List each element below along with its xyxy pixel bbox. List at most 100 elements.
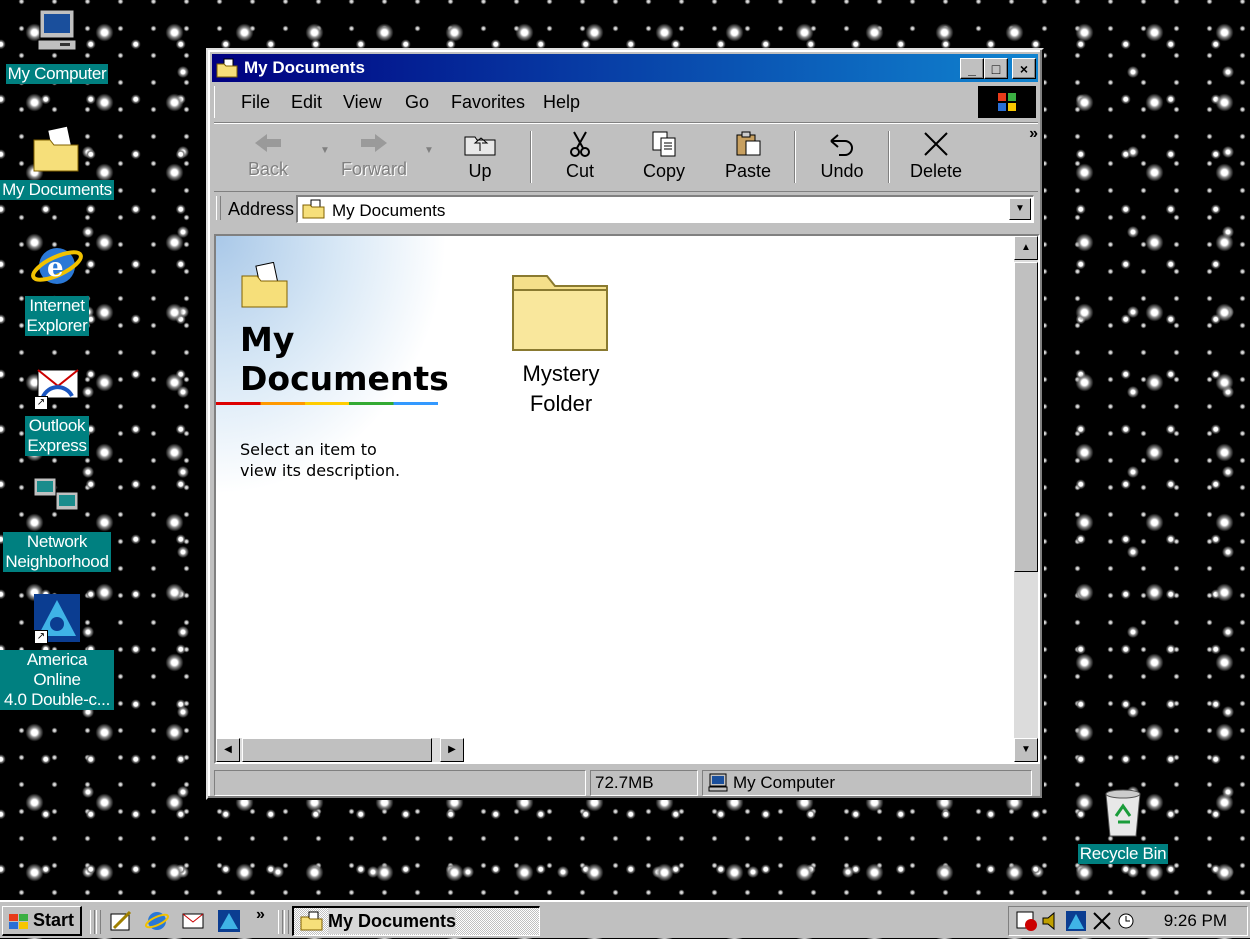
shortcut-arrow-icon: ↗ xyxy=(34,396,48,410)
scheduler-icon[interactable] xyxy=(1015,910,1039,937)
delete-button[interactable]: Delete xyxy=(896,131,976,182)
clock[interactable]: 9:26 PM xyxy=(1164,911,1227,931)
menu-edit[interactable]: Edit xyxy=(291,92,322,113)
paste-icon xyxy=(736,131,761,156)
start-label: Start xyxy=(33,910,75,930)
taskbar-grip[interactable] xyxy=(90,910,95,934)
my-computer-icon xyxy=(707,773,729,800)
undo-button[interactable]: Undo xyxy=(802,131,882,182)
scroll-thumb[interactable] xyxy=(1014,262,1038,572)
desktop-icon-outlook-express[interactable]: ↗ Outlook Express xyxy=(0,358,114,456)
desktop-icon-label: My Documents xyxy=(0,180,114,200)
copy-icon xyxy=(652,131,676,157)
scroll-left-button[interactable]: ◀ xyxy=(216,738,240,762)
volume-icon[interactable] xyxy=(1041,910,1061,937)
outlook-express-icon[interactable] xyxy=(180,908,206,934)
my-documents-icon xyxy=(30,122,84,176)
taskbar-grip[interactable] xyxy=(284,910,289,934)
task-button-my-documents[interactable]: My Documents xyxy=(292,906,540,936)
status-size: 72.7MB xyxy=(590,770,698,796)
menu-file[interactable]: File xyxy=(241,92,270,113)
back-arrow-icon xyxy=(255,134,281,152)
show-desktop-icon[interactable] xyxy=(108,908,134,934)
toolbar-separator xyxy=(888,131,890,183)
network-neighborhood-icon xyxy=(30,474,84,528)
explorer-window[interactable]: My Documents _ □ × File Edit View Go Fav… xyxy=(206,48,1044,800)
scroll-right-button[interactable]: ▶ xyxy=(440,738,464,762)
desktop-icon-label: Recycle Bin xyxy=(1077,844,1169,864)
address-label: Address xyxy=(228,199,295,219)
desktop-icon-america-online[interactable]: ↗ America Online 4.0 Double-c... xyxy=(0,592,114,710)
paste-button[interactable]: Paste xyxy=(708,131,788,182)
menu-go[interactable]: Go xyxy=(405,92,429,113)
desktop-icon-my-computer[interactable]: My Computer xyxy=(0,6,114,84)
desktop-icon-label: Outlook Express xyxy=(25,416,89,456)
horizontal-scrollbar[interactable]: ◀ ▶ xyxy=(216,738,464,762)
minimize-button[interactable]: _ xyxy=(960,58,984,79)
my-computer-icon xyxy=(30,6,84,60)
status-bar: 72.7MB My Computer xyxy=(214,768,1038,796)
taskbar-grip[interactable] xyxy=(278,910,283,934)
recycle-bin-icon xyxy=(1096,786,1150,840)
quick-launch-more-chevron[interactable]: » xyxy=(256,906,265,924)
desktop-icon-label: Internet Explorer xyxy=(24,296,90,336)
address-value: My Documents xyxy=(332,201,446,220)
taskbar: Start » My Documents 9:26 PM xyxy=(0,900,1250,938)
folder-item[interactable]: Mystery Folder xyxy=(506,264,616,419)
up-button[interactable]: Up xyxy=(440,131,520,182)
forward-dropdown-icon[interactable]: ▼ xyxy=(424,145,434,156)
desktop-icon-my-documents[interactable]: My Documents xyxy=(0,122,114,200)
desktop-icon-recycle-bin[interactable]: Recycle Bin xyxy=(1066,786,1180,864)
forward-button[interactable]: Forward xyxy=(334,131,414,180)
address-bar-grip[interactable] xyxy=(216,196,221,220)
desktop-icon-internet-explorer[interactable]: e Internet Explorer xyxy=(0,238,114,336)
address-field[interactable]: My Documents ▼ xyxy=(296,195,1034,223)
task-button-label: My Documents xyxy=(328,908,457,934)
back-button[interactable]: Back xyxy=(228,131,308,180)
copy-button[interactable]: Copy xyxy=(624,131,704,182)
menu-help[interactable]: Help xyxy=(543,92,580,113)
scroll-down-button[interactable]: ▼ xyxy=(1014,738,1038,762)
aol-icon[interactable] xyxy=(216,908,242,934)
menu-favorites[interactable]: Favorites xyxy=(451,92,525,113)
maximize-button[interactable]: □ xyxy=(984,58,1008,79)
scroll-up-button[interactable]: ▲ xyxy=(1014,236,1038,260)
windows-logo-icon xyxy=(7,912,31,938)
desktop-icon-label: America Online 4.0 Double-c... xyxy=(0,650,114,710)
desktop-icon-label: My Computer xyxy=(5,64,109,84)
toolbar-separator xyxy=(530,131,532,183)
menu-view[interactable]: View xyxy=(343,92,382,113)
tools-icon[interactable] xyxy=(1091,910,1113,937)
svg-text:e: e xyxy=(47,253,64,283)
status-message xyxy=(214,770,586,796)
close-button[interactable]: × xyxy=(1012,58,1036,79)
folder-icon xyxy=(216,58,238,78)
web-view-title: My Documents xyxy=(240,320,449,398)
folder-view[interactable]: My Documents Select an item to view its … xyxy=(214,234,1040,764)
paste-label: Paste xyxy=(724,161,772,181)
internet-explorer-icon[interactable] xyxy=(144,908,170,934)
aol-icon[interactable] xyxy=(1065,910,1087,937)
taskbar-grip[interactable] xyxy=(96,910,101,934)
start-button[interactable]: Start xyxy=(2,906,82,936)
cut-button[interactable]: Cut xyxy=(540,131,620,182)
vertical-scrollbar[interactable]: ▲ ▼ xyxy=(1014,236,1038,762)
my-documents-icon xyxy=(240,261,292,315)
address-dropdown-button[interactable]: ▼ xyxy=(1009,198,1031,220)
up-folder-icon xyxy=(464,136,496,156)
address-bar: Address My Documents ▼ xyxy=(214,192,1038,228)
up-label: Up xyxy=(468,161,492,181)
toolbar-more-chevron[interactable]: » xyxy=(1029,125,1038,143)
forward-arrow-icon xyxy=(361,134,387,152)
folder-item-label: Mystery Folder xyxy=(522,361,600,416)
desktop-icon-network-neighborhood[interactable]: Network Neighborhood xyxy=(0,474,114,572)
horizontal-scroll-thumb[interactable] xyxy=(242,738,432,762)
undo-label: Undo xyxy=(820,161,864,181)
title-bar[interactable]: My Documents _ □ × xyxy=(212,54,1038,82)
system-tray: 9:26 PM xyxy=(1008,906,1248,936)
task-scheduler-icon[interactable] xyxy=(1115,910,1137,937)
toolbar-separator xyxy=(794,131,796,183)
delete-label: Delete xyxy=(909,161,963,181)
folder-icon xyxy=(512,275,608,351)
back-dropdown-icon[interactable]: ▼ xyxy=(320,145,330,156)
